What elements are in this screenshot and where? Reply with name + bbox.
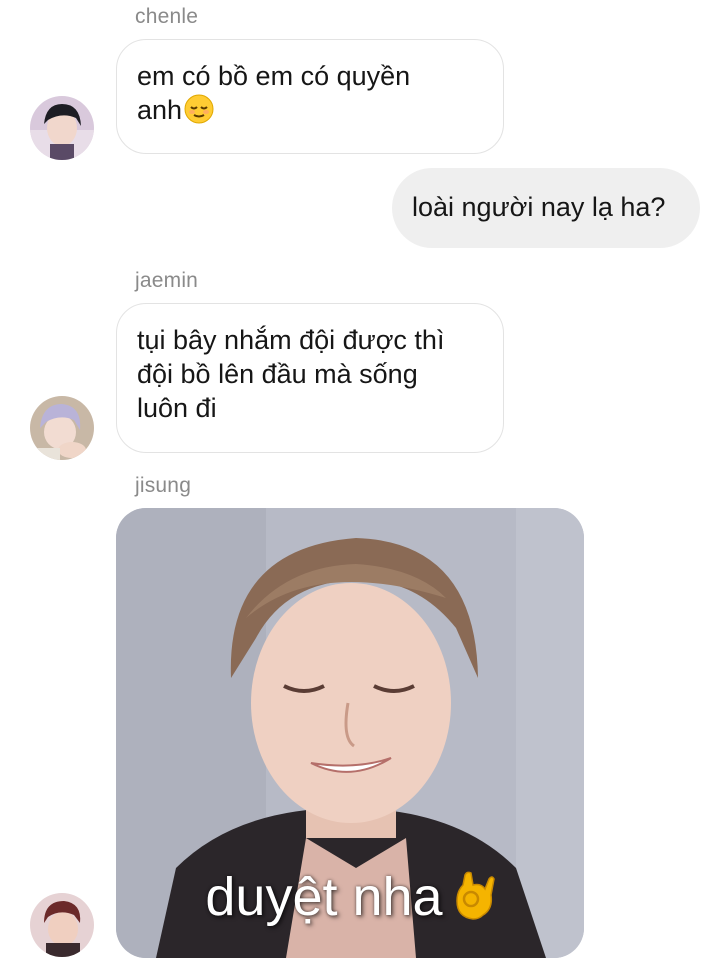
message-text-line: anh [137, 93, 483, 128]
message-text-line: đội bồ lên đầu mà sống [137, 359, 418, 389]
avatar-jisung[interactable] [30, 893, 94, 957]
message-text-line: tụi bây nhắm đội được thì [137, 325, 445, 355]
avatar-jaemin[interactable] [30, 396, 94, 460]
message-bubble-chenle[interactable]: em có bồ em có quyền anh [116, 39, 504, 154]
sender-name-jisung: jisung [135, 474, 192, 497]
sticker-caption: duyệt nha [116, 866, 584, 928]
message-text-line: luôn đi [137, 393, 217, 423]
message-text-line: em có bồ em có quyền [137, 61, 411, 91]
avatar-chenle[interactable] [30, 96, 94, 160]
sender-name-jaemin: jaemin [135, 269, 199, 292]
message-bubble-jaemin[interactable]: tụi bây nhắm đội được thì đội bồ lên đầu… [116, 303, 504, 453]
message-bubble-outgoing[interactable]: loài người nay lạ ha? [392, 168, 700, 248]
sender-name-chenle: chenle [135, 5, 199, 28]
sticker-image[interactable]: duyệt nha [116, 508, 584, 958]
ok-hand-icon [451, 869, 495, 921]
relieved-face-icon [182, 94, 214, 126]
